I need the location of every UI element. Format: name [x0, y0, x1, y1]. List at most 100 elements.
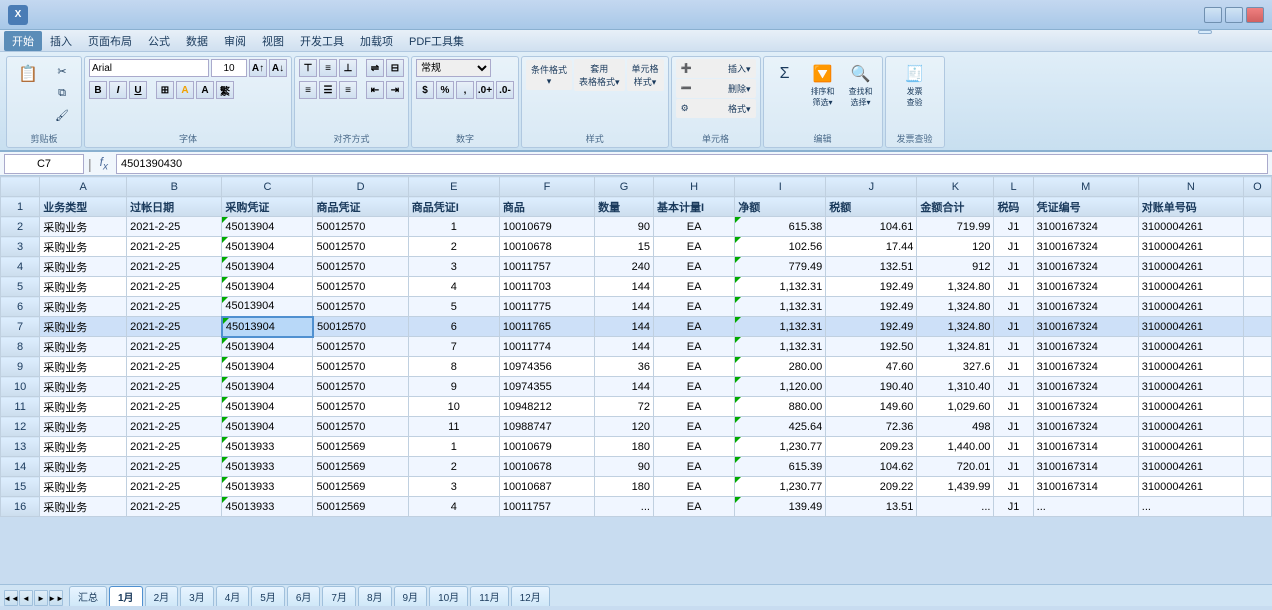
cell[interactable]: 13 [1, 437, 40, 457]
align-top-button[interactable]: ⊤ [299, 59, 317, 77]
cell[interactable]: 149.60 [826, 397, 917, 417]
cell[interactable]: 3100004261 [1138, 437, 1243, 457]
cell[interactable]: 10010678 [499, 237, 594, 257]
cell[interactable]: 192.50 [826, 337, 917, 357]
cell[interactable]: 190.40 [826, 377, 917, 397]
cell[interactable]: J1 [994, 297, 1033, 317]
cell[interactable]: 3100167324 [1033, 217, 1138, 237]
cell[interactable]: 1,440.00 [917, 437, 994, 457]
sum-button[interactable]: Σ [768, 59, 802, 89]
cell[interactable]: 1,132.31 [735, 297, 826, 317]
cell[interactable]: 1,132.31 [735, 337, 826, 357]
cell[interactable]: 12 [1, 417, 40, 437]
cell[interactable]: 10011703 [499, 277, 594, 297]
cell[interactable]: J1 [994, 257, 1033, 277]
cell[interactable]: 采购业务 [40, 297, 127, 317]
cell[interactable]: J1 [994, 237, 1033, 257]
cell[interactable]: 10988747 [499, 417, 594, 437]
cell[interactable]: EA [653, 477, 734, 497]
cell[interactable]: 1,029.60 [917, 397, 994, 417]
cell[interactable]: J1 [994, 437, 1033, 457]
cell[interactable]: 3100004261 [1138, 457, 1243, 477]
cell[interactable]: 3100004261 [1138, 317, 1243, 337]
cell[interactable]: 50012570 [313, 257, 408, 277]
cell[interactable]: 50012570 [313, 417, 408, 437]
cell[interactable]: 商品凭证 [313, 197, 408, 217]
cell[interactable]: 6 [408, 317, 499, 337]
cell[interactable]: 税额 [826, 197, 917, 217]
cell[interactable] [1243, 457, 1271, 477]
cell[interactable]: 50012570 [313, 237, 408, 257]
cell[interactable]: EA [653, 417, 734, 437]
cell[interactable]: 10 [408, 397, 499, 417]
cell[interactable]: 采购业务 [40, 477, 127, 497]
cell[interactable]: 104.62 [826, 457, 917, 477]
cell[interactable]: 50012570 [313, 377, 408, 397]
cell[interactable]: 2021-2-25 [127, 217, 222, 237]
cell[interactable]: 45013904 [222, 357, 313, 377]
cell[interactable] [1243, 497, 1271, 517]
cell[interactable]: 2021-2-25 [127, 297, 222, 317]
special-format-button[interactable]: 繁 [216, 81, 234, 99]
menu-item-devtools[interactable]: 开发工具 [292, 31, 352, 51]
col-header-f[interactable]: F [499, 177, 594, 197]
sheet-tab-jul[interactable]: 7月 [322, 586, 356, 606]
align-bottom-button[interactable]: ⊥ [339, 59, 357, 77]
underline-button[interactable]: U [129, 81, 147, 99]
cell[interactable]: 144 [595, 317, 654, 337]
cell[interactable]: 3100004261 [1138, 257, 1243, 277]
col-header-m[interactable]: M [1033, 177, 1138, 197]
cell[interactable]: 3100004261 [1138, 277, 1243, 297]
cell[interactable]: 779.49 [735, 257, 826, 277]
cell[interactable]: J1 [994, 317, 1033, 337]
copy-button[interactable]: ⧉ [47, 83, 77, 103]
cell[interactable]: 2021-2-25 [127, 457, 222, 477]
cell[interactable]: ... [1033, 497, 1138, 517]
cell[interactable]: 采购业务 [40, 317, 127, 337]
cell[interactable] [1243, 437, 1271, 457]
cell[interactable]: 3100167324 [1033, 277, 1138, 297]
cell[interactable]: 10010679 [499, 437, 594, 457]
cell[interactable]: 209.23 [826, 437, 917, 457]
cell[interactable] [1243, 217, 1271, 237]
cell[interactable]: 120 [595, 417, 654, 437]
cell[interactable] [1243, 237, 1271, 257]
cell[interactable]: J1 [994, 397, 1033, 417]
cell[interactable]: 3100004261 [1138, 237, 1243, 257]
cell[interactable]: ... [917, 497, 994, 517]
cell[interactable]: 13.51 [826, 497, 917, 517]
col-header-e[interactable]: E [408, 177, 499, 197]
font-increase-button[interactable]: A↑ [249, 59, 267, 77]
cell[interactable]: 15 [1, 477, 40, 497]
cell[interactable]: 50012570 [313, 337, 408, 357]
cell[interactable]: 2021-2-25 [127, 397, 222, 417]
cell[interactable]: 50012570 [313, 317, 408, 337]
cell[interactable]: 采购业务 [40, 217, 127, 237]
cell[interactable]: 2021-2-25 [127, 257, 222, 277]
cell[interactable]: 9 [1, 357, 40, 377]
cell[interactable]: 2021-2-25 [127, 317, 222, 337]
find-button[interactable]: 🔍 查找和选择▾ [844, 59, 878, 111]
cell[interactable]: 1,132.31 [735, 317, 826, 337]
menu-item-addins[interactable]: 加载项 [352, 31, 401, 51]
italic-button[interactable]: I [109, 81, 127, 99]
cell[interactable]: 139.49 [735, 497, 826, 517]
cell[interactable]: 192.49 [826, 317, 917, 337]
bold-button[interactable]: B [89, 81, 107, 99]
comma-button[interactable]: , [456, 81, 474, 99]
cell[interactable]: 3100004261 [1138, 357, 1243, 377]
cell[interactable]: 10 [1, 377, 40, 397]
cell[interactable]: 商品凭证I [408, 197, 499, 217]
cell[interactable]: 50012569 [313, 437, 408, 457]
fx-button[interactable]: fx [96, 155, 112, 172]
border-button[interactable]: ⊞ [156, 81, 174, 99]
cell[interactable]: 280.00 [735, 357, 826, 377]
cell[interactable]: J1 [994, 477, 1033, 497]
cell[interactable]: 10948212 [499, 397, 594, 417]
cell[interactable]: 采购业务 [40, 257, 127, 277]
cell[interactable]: 10011757 [499, 497, 594, 517]
cell[interactable]: 采购业务 [40, 277, 127, 297]
cell[interactable]: 120 [917, 237, 994, 257]
cell[interactable]: J1 [994, 277, 1033, 297]
cell[interactable]: 3100167324 [1033, 317, 1138, 337]
